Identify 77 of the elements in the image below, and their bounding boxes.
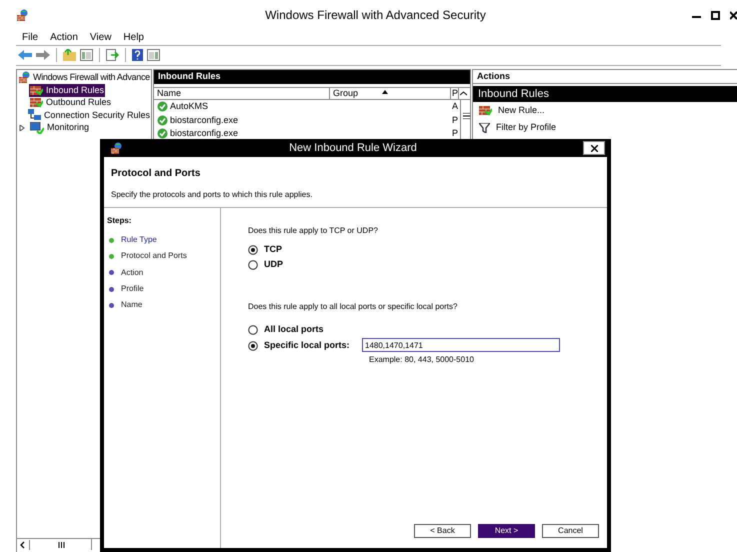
back-icon[interactable] (18, 50, 32, 60)
help-icon[interactable] (132, 49, 143, 61)
radio-button-icon[interactable] (248, 244, 258, 254)
window-title: Windows Firewall with Advanced Security (264, 7, 487, 24)
radio-option[interactable]: Specific local ports: (248, 338, 362, 353)
column-header[interactable]: Group (330, 88, 451, 99)
tree-item[interactable]: Outbound Rules (29, 96, 112, 110)
steps-title: Steps: (107, 215, 132, 227)
tree-item[interactable]: Connection Security Rules (26, 108, 151, 122)
menu-item[interactable]: Action (50, 30, 78, 44)
export-icon[interactable] (106, 49, 119, 61)
column-header[interactable]: P (451, 88, 458, 99)
close-button[interactable] (583, 141, 605, 155)
action-pane-icon[interactable] (147, 49, 160, 61)
wizard-button[interactable]: < Back (414, 524, 471, 538)
filter-icon (479, 122, 490, 132)
brick-wall-icon (30, 97, 43, 108)
firewall-icon (18, 71, 31, 84)
firewall-icon (16, 8, 29, 22)
pane-header: Inbound Rules (154, 70, 470, 84)
question-text: Does this rule apply to TCP or UDP? (248, 225, 379, 237)
table-cell-text: P (452, 127, 459, 140)
console-tree-icon[interactable] (80, 49, 93, 61)
wizard-subtitle: Specify the protocols and ports to which this rule applies. (111, 189, 314, 201)
radio-button-icon[interactable] (248, 324, 258, 334)
radio-button-icon[interactable] (248, 260, 258, 270)
wizard-button[interactable]: Next > (478, 524, 535, 538)
computers-icon (28, 109, 41, 122)
table-cell-text: A (452, 100, 459, 113)
hint-text: Example: 80, 443, 5000-5010 (369, 354, 475, 366)
folder-up-icon[interactable] (63, 49, 76, 61)
radio-option[interactable]: All local ports (248, 322, 607, 337)
scroll-thumb-grip-icon[interactable] (58, 542, 65, 548)
tree-item[interactable]: Windows Firewall with Advance (33, 70, 150, 84)
menu-item[interactable]: View (90, 30, 112, 44)
up-caret-icon (460, 91, 467, 96)
sort-arrow-icon (382, 90, 388, 94)
menu-item[interactable]: Help (123, 30, 144, 44)
expand-arrow-icon[interactable] (19, 124, 27, 131)
step-label: Protocol and Ports (121, 250, 187, 262)
step-link[interactable]: Rule Type (121, 234, 157, 246)
radio-option[interactable]: UDP (248, 257, 607, 272)
brick-wall-icon (479, 105, 492, 116)
brick-wall-icon (30, 84, 43, 96)
wizard-heading: Protocol and Ports (111, 167, 202, 181)
table-cell-text: AutoKMS (170, 100, 208, 113)
step-label: Name (121, 299, 142, 312)
tree-item[interactable]: Inbound Rules (29, 84, 106, 97)
check-circle-icon (157, 114, 168, 126)
tree-item[interactable]: Monitoring (29, 121, 90, 134)
table-cell-text: P (452, 114, 459, 126)
check-circle-icon (157, 128, 168, 140)
table-cell-text: biostarconfig.exe (170, 127, 238, 140)
column-header[interactable]: Name (154, 88, 330, 99)
scroll-up-button[interactable] (458, 88, 468, 99)
check-circle-icon (157, 101, 168, 112)
pane-header: Actions (473, 70, 737, 84)
monitor-icon (30, 122, 44, 134)
ports-input-field[interactable]: 1480,1470,1471 (362, 338, 560, 352)
pane-command[interactable]: Filter by Profile (473, 119, 737, 136)
table-cell: biostarconfig.exe (170, 114, 238, 127)
forward-icon[interactable] (36, 50, 50, 60)
close-icon[interactable] (730, 10, 737, 20)
wizard-button[interactable]: Cancel (542, 524, 599, 538)
section-header[interactable]: Inbound Rules (473, 86, 737, 102)
radio-button-icon[interactable] (248, 340, 258, 350)
firewall-icon (110, 142, 123, 154)
menu-item[interactable]: File (22, 30, 38, 44)
dialog-title: New Inbound Rule Wizard (288, 140, 418, 156)
step-label: Action (121, 266, 144, 279)
question-text: Does this rule apply to all local ports or specific local ports? (248, 301, 458, 313)
scroll-thumb-grip-icon[interactable] (463, 113, 470, 119)
pane-command[interactable]: New Rule... (473, 102, 737, 119)
step-label: Profile (121, 283, 144, 296)
radio-option[interactable]: TCP (248, 242, 607, 257)
close-icon (590, 144, 598, 152)
maximize-icon[interactable] (711, 10, 720, 20)
